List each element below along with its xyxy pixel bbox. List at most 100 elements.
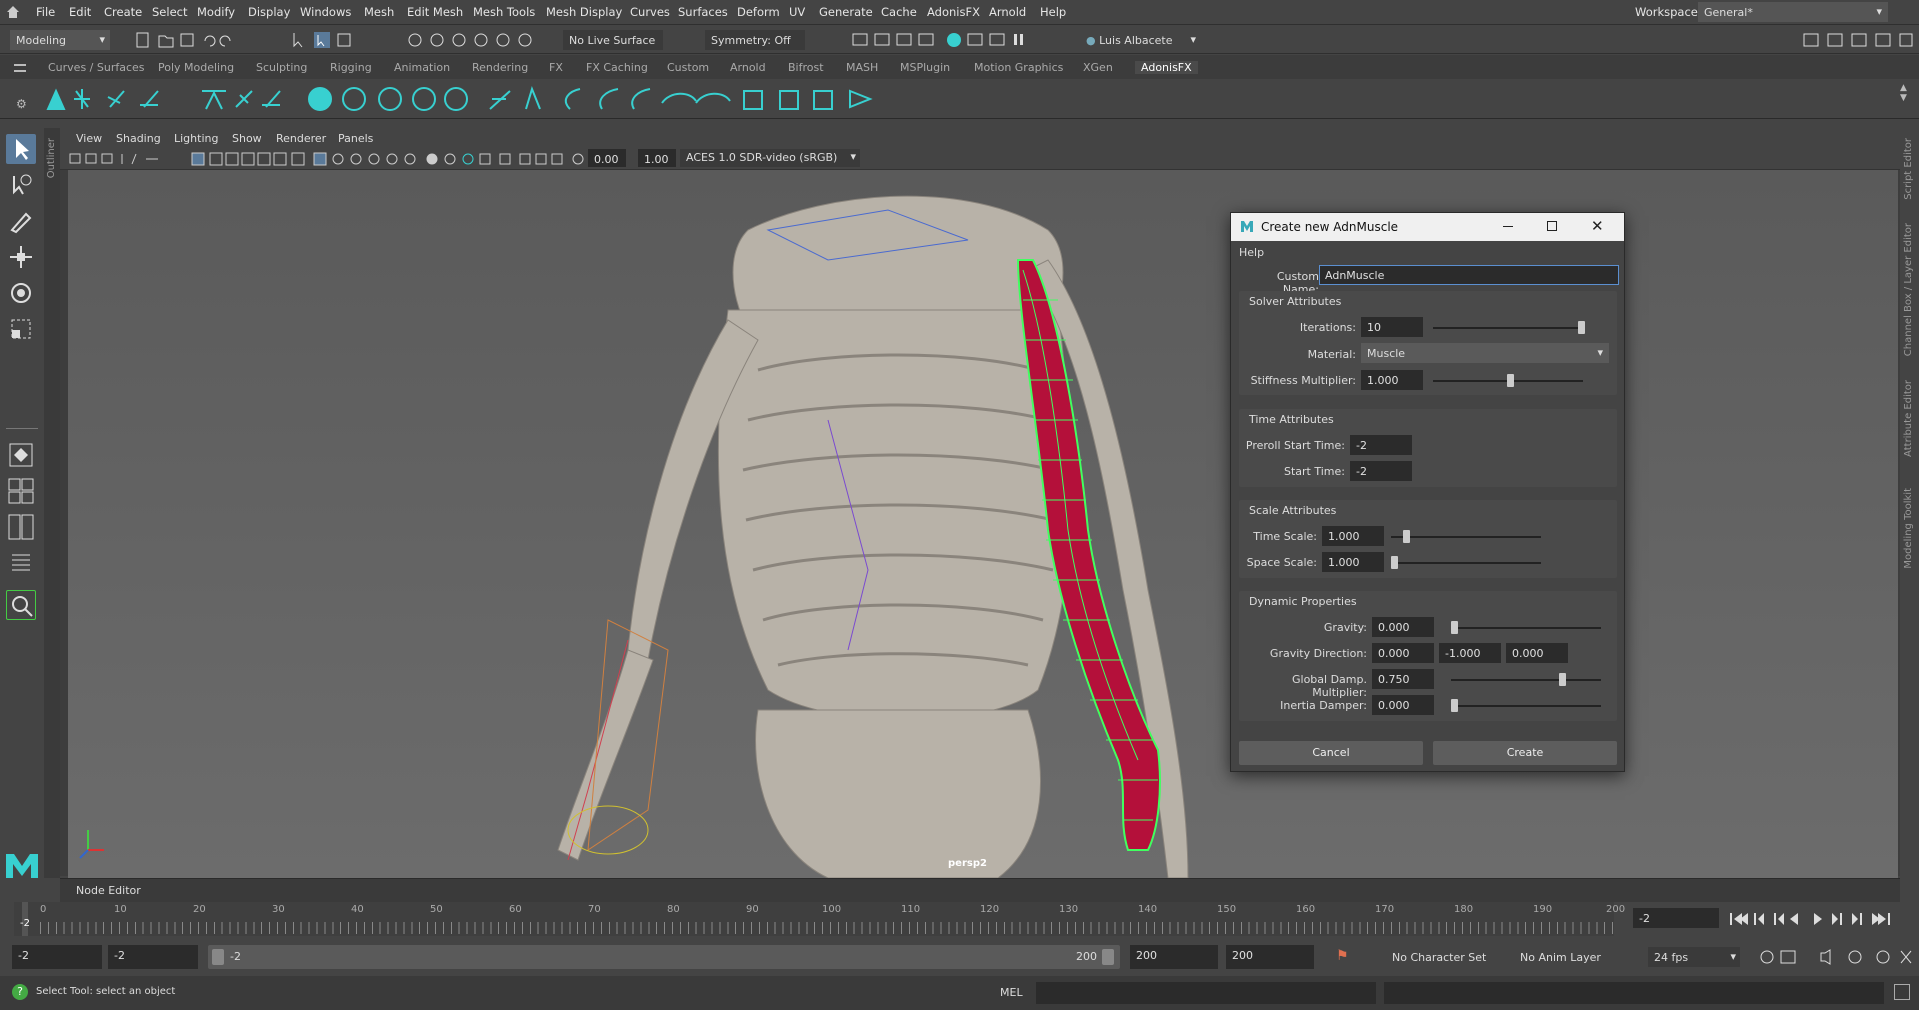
- mode-dropdown[interactable]: Modeling ▾: [10, 30, 110, 50]
- playback-option-icons[interactable]: [1755, 948, 1915, 966]
- layout-single-icon[interactable]: [6, 440, 36, 470]
- panel-menu-shading[interactable]: Shading: [116, 132, 161, 145]
- panel-menu-renderer[interactable]: Renderer: [276, 132, 326, 145]
- space-scale-slider[interactable]: [1391, 556, 1541, 569]
- minimize-icon[interactable]: [1503, 226, 1513, 227]
- select-tool-icon[interactable]: [6, 134, 36, 164]
- panel-menu-view[interactable]: View: [76, 132, 102, 145]
- layout-two-icon[interactable]: [6, 512, 36, 542]
- menu-edit-mesh[interactable]: Edit Mesh: [407, 5, 463, 19]
- tab-xgen[interactable]: XGen: [1083, 61, 1113, 74]
- menu-curves[interactable]: Curves: [630, 5, 670, 19]
- home-icon[interactable]: [6, 5, 20, 19]
- time-scale-slider-knob[interactable]: [1403, 530, 1410, 543]
- iterations-slider-knob[interactable]: [1578, 321, 1585, 334]
- outliner-strip[interactable]: Outliner: [44, 128, 60, 878]
- menu-help[interactable]: Help: [1040, 5, 1066, 19]
- tab-bifrost[interactable]: Bifrost: [788, 61, 824, 74]
- script-editor-tab[interactable]: Script Editor: [1903, 138, 1914, 200]
- stiffness-slider-knob[interactable]: [1507, 374, 1514, 387]
- panel-menu-show[interactable]: Show: [232, 132, 262, 145]
- inertia-damper-field[interactable]: 0.000: [1372, 695, 1434, 715]
- menu-modify[interactable]: Modify: [197, 5, 235, 19]
- playback-controls[interactable]: [1728, 910, 1913, 928]
- create-button[interactable]: Create: [1433, 741, 1617, 765]
- tab-rigging[interactable]: Rigging: [330, 61, 372, 74]
- shelf-menu-icon[interactable]: [14, 64, 26, 72]
- tab-poly-modeling[interactable]: Poly Modeling: [158, 61, 234, 74]
- current-frame-marker[interactable]: -2: [20, 902, 30, 936]
- global-damp-slider-knob[interactable]: [1559, 673, 1566, 686]
- paint-tool-icon[interactable]: [6, 206, 36, 236]
- tab-adonisfx[interactable]: AdonisFX: [1135, 61, 1198, 74]
- menu-mesh[interactable]: Mesh: [364, 5, 394, 19]
- snap-icons[interactable]: [405, 30, 545, 50]
- menu-select[interactable]: Select: [152, 5, 187, 19]
- menu-create[interactable]: Create: [104, 5, 142, 19]
- menu-file[interactable]: File: [36, 5, 55, 19]
- current-frame-field[interactable]: -2: [1633, 908, 1719, 928]
- space-scale-field[interactable]: 1.000: [1322, 552, 1384, 572]
- scene-start-field[interactable]: -2: [12, 945, 102, 969]
- tab-sculpting[interactable]: Sculpting: [256, 61, 307, 74]
- iterations-slider[interactable]: [1433, 321, 1585, 334]
- dialog-titlebar[interactable]: Create new AdnMuscle ✕: [1231, 213, 1624, 241]
- global-damp-slider[interactable]: [1451, 673, 1601, 686]
- inertia-damper-slider-knob[interactable]: [1451, 699, 1458, 712]
- custom-name-input[interactable]: AdnMuscle: [1319, 265, 1619, 285]
- modeling-toolkit-tab[interactable]: Modeling Toolkit: [1903, 488, 1914, 569]
- rotate-tool-icon[interactable]: [6, 278, 36, 308]
- close-icon[interactable]: ✕: [1591, 217, 1604, 235]
- panel-menu-panels[interactable]: Panels: [338, 132, 373, 145]
- move-tool-icon[interactable]: [6, 242, 36, 272]
- auto-key-icon[interactable]: ⚑: [1336, 948, 1349, 964]
- search-icon[interactable]: [6, 590, 36, 620]
- tab-fx[interactable]: FX: [549, 61, 563, 74]
- render-icons[interactable]: [850, 30, 1030, 50]
- tab-mash[interactable]: MASH: [846, 61, 878, 74]
- global-damp-field[interactable]: 0.750: [1372, 669, 1434, 689]
- menu-adonisfx[interactable]: AdonisFX: [927, 5, 980, 19]
- fps-dropdown[interactable]: 24 fps ▾: [1648, 947, 1740, 967]
- color-space-dropdown[interactable]: ACES 1.0 SDR-video (sRGB) ▾: [680, 149, 860, 167]
- shelf-scroll[interactable]: ▲ ▼: [1900, 83, 1907, 103]
- gravity-slider[interactable]: [1451, 621, 1601, 634]
- gamma-field[interactable]: 1.00: [638, 149, 676, 167]
- menu-generate[interactable]: Generate: [819, 5, 873, 19]
- tab-custom[interactable]: Custom: [667, 61, 709, 74]
- start-time-field[interactable]: -2: [1350, 461, 1412, 481]
- adonisfx-shelf-icons[interactable]: [40, 83, 920, 115]
- menu-arnold[interactable]: Arnold: [989, 5, 1026, 19]
- layout-icons[interactable]: [1800, 30, 1915, 50]
- stiffness-slider[interactable]: [1433, 374, 1583, 387]
- workspace-dropdown[interactable]: General* ▾: [1698, 2, 1888, 22]
- menu-mesh-display[interactable]: Mesh Display: [546, 5, 622, 19]
- menu-display[interactable]: Display: [248, 5, 290, 19]
- menu-surfaces[interactable]: Surfaces: [678, 5, 728, 19]
- command-line-input[interactable]: [1036, 982, 1376, 1004]
- lasso-tool-icon[interactable]: [6, 170, 36, 200]
- gravity-direction-z-field[interactable]: 0.000: [1506, 643, 1568, 663]
- gravity-direction-y-field[interactable]: -1.000: [1439, 643, 1501, 663]
- time-scale-slider[interactable]: [1391, 530, 1541, 543]
- anim-layer-dropdown[interactable]: No Anim Layer: [1504, 947, 1624, 967]
- live-surface-field[interactable]: No Live Surface: [563, 30, 663, 50]
- inertia-damper-slider[interactable]: [1451, 699, 1601, 712]
- menu-mesh-tools[interactable]: Mesh Tools: [473, 5, 535, 19]
- dialog-menu-help[interactable]: Help: [1239, 246, 1264, 259]
- space-scale-slider-knob[interactable]: [1391, 556, 1398, 569]
- scene-end-field[interactable]: 200: [1226, 945, 1314, 969]
- material-dropdown[interactable]: Muscle ▾: [1361, 343, 1609, 363]
- tab-rendering[interactable]: Rendering: [472, 61, 528, 74]
- playback-start-field[interactable]: -2: [108, 945, 198, 969]
- menu-uv[interactable]: UV: [789, 5, 805, 19]
- range-handle-left[interactable]: [212, 949, 224, 965]
- tab-arnold[interactable]: Arnold: [730, 61, 766, 74]
- time-slider[interactable]: 0 10 20 30 40 50 60 70 80 90 100 110 120…: [0, 902, 1919, 938]
- tab-fx-caching[interactable]: FX Caching: [586, 61, 648, 74]
- scale-tool-icon[interactable]: [6, 314, 36, 344]
- outliner-icon[interactable]: [6, 548, 36, 578]
- node-editor-bar[interactable]: Node Editor: [60, 878, 1900, 902]
- attribute-editor-tab[interactable]: Attribute Editor: [1903, 380, 1914, 457]
- gravity-field[interactable]: 0.000: [1372, 617, 1434, 637]
